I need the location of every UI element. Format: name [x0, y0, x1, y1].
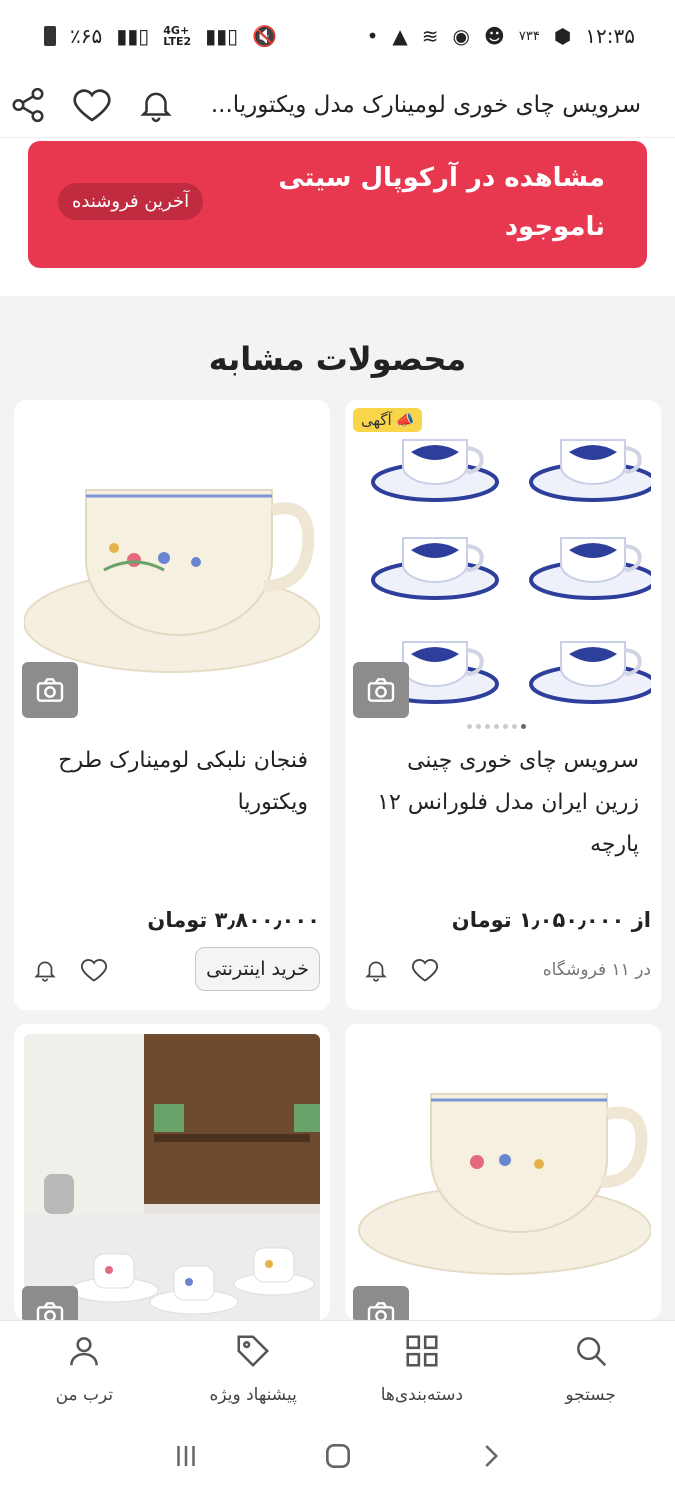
clock: ۱۲:۳۵: [585, 24, 635, 48]
status-extra: ۷۳۴: [518, 28, 540, 44]
camera-search-icon[interactable]: [22, 662, 78, 718]
dot-icon: •: [366, 24, 379, 48]
product-name[interactable]: سرویس چای خوری چینی زرین ایران مدل فلورا…: [359, 740, 639, 866]
camera-search-icon[interactable]: [353, 662, 409, 718]
section-title: محصولات مشابه: [208, 340, 467, 378]
product-card[interactable]: [14, 1024, 330, 1320]
nav-categories[interactable]: دسته‌بندی‌ها: [338, 1321, 507, 1416]
buy-online-button[interactable]: خرید اینترنتی: [195, 947, 320, 991]
status-bar: ٪۶۵ ▮▮▯ 4G+ LTE2 ▮▮▯ 🔇 • ▲ ≋ ◉ ☻ ۷۳۴ ⬢ ۱۲…: [0, 0, 675, 72]
home-icon[interactable]: [322, 1440, 354, 1476]
product-image[interactable]: [355, 1034, 651, 1320]
network-label-1: 4G+ LTE2: [163, 24, 192, 48]
product-card[interactable]: 📣 آگهی سرویس چای خوری چینی زرین ایران مد…: [345, 400, 661, 1010]
bell-icon[interactable]: [136, 85, 176, 125]
ad-label: آگهی: [361, 411, 392, 429]
product-card[interactable]: فنجان نلبکی لومینارک طرح ویکتوریا ۳٫۸۰۰٫…: [14, 400, 330, 1010]
signal-icon: ▮▮▯: [116, 24, 150, 48]
bell-icon[interactable]: [32, 957, 58, 987]
nav-special-offer[interactable]: پیشنهاد ویژه: [169, 1321, 338, 1416]
nav-label: جستجو: [565, 1385, 616, 1405]
product-card[interactable]: [345, 1024, 661, 1320]
product-price: ۳٫۸۰۰٫۰۰۰ تومان: [147, 908, 320, 932]
system-navigation: [0, 1416, 675, 1500]
heart-icon[interactable]: [411, 956, 439, 988]
product-header: سرویس چای خوری لومینارک مدل ویکتوریا...: [0, 72, 675, 138]
tag-icon: [234, 1332, 272, 1375]
share-icon[interactable]: [8, 85, 48, 125]
last-seller-badge: آخرین فروشنده: [58, 183, 204, 220]
megaphone-icon: 📣: [395, 411, 415, 429]
product-price: از ۱٫۰۵۰٫۰۰۰ تومان: [451, 908, 651, 932]
wifi-icon: ≋: [421, 24, 439, 48]
product-name[interactable]: فنجان نلبکی لومینارک طرح ویکتوریا: [28, 740, 308, 824]
bottom-navigation: جستجو دسته‌بندی‌ها پیشنهاد ویژه ترب من: [0, 1320, 675, 1416]
product-image[interactable]: [24, 1034, 320, 1320]
recent-apps-icon[interactable]: [171, 1441, 201, 1475]
bell-icon[interactable]: [363, 957, 389, 987]
store-banner[interactable]: مشاهده در آرکوپال سیتی ناموجود آخرین فرو…: [28, 141, 647, 268]
store-count[interactable]: در ۱۱ فروشگاه: [543, 960, 651, 980]
nav-search[interactable]: جستجو: [506, 1321, 675, 1416]
signal-icon-2: ▮▮▯: [205, 24, 239, 48]
search-icon: [572, 1332, 610, 1375]
battery-icon: [44, 26, 56, 46]
store-link[interactable]: مشاهده در آرکوپال سیتی: [278, 163, 605, 193]
app-icon: ⬢: [553, 24, 572, 48]
camera-search-icon[interactable]: [22, 1286, 78, 1320]
nav-label: پیشنهاد ویژه: [209, 1385, 297, 1405]
back-icon[interactable]: [475, 1441, 505, 1475]
nav-label: ترب من: [55, 1385, 114, 1405]
mute-icon: 🔇: [252, 24, 278, 48]
battery-level: ٪۶۵: [70, 24, 103, 48]
user-icon: [65, 1332, 103, 1375]
nav-my-torob[interactable]: ترب من: [0, 1321, 169, 1416]
camera-search-icon[interactable]: [353, 1286, 409, 1320]
heart-icon[interactable]: [80, 956, 108, 988]
circle-icon: ◉: [452, 24, 470, 48]
ad-badge: 📣 آگهی: [353, 408, 423, 432]
page-title: سرویس چای خوری لومینارک مدل ویکتوریا...: [210, 91, 641, 118]
alert-icon: ▲: [392, 24, 408, 48]
nav-label: دسته‌بندی‌ها: [380, 1385, 464, 1405]
face-icon: ☻: [484, 24, 505, 48]
availability-label: ناموجود: [504, 212, 605, 242]
image-pager-dots: [467, 724, 526, 729]
heart-icon[interactable]: [72, 85, 112, 125]
grid-icon: [403, 1332, 441, 1375]
